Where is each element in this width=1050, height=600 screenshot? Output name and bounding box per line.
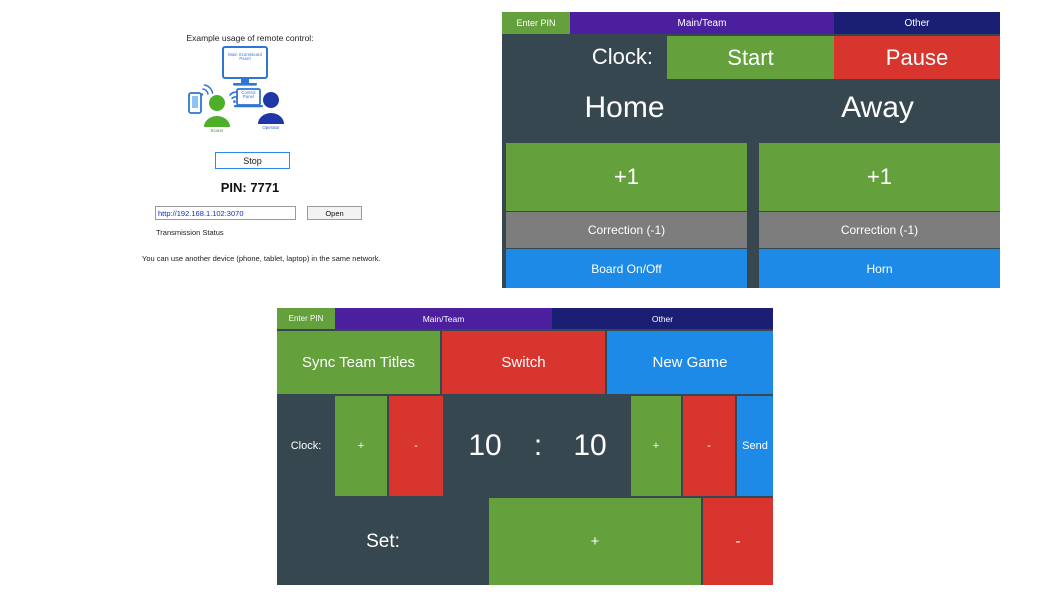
other-panel-tabbar: Enter PIN Main/Team Other — [277, 308, 773, 329]
remote-control-diagram: Main ScoreBoard Panel Control Panel Scor… — [175, 45, 325, 137]
set-label: Set: — [366, 530, 400, 552]
remote-other-panel: Enter PIN Main/Team Other Sync Team Titl… — [277, 308, 773, 585]
tab-main-team[interactable]: Main/Team — [570, 12, 834, 34]
tab-main-team[interactable]: Main/Team — [335, 308, 552, 329]
pin-display: PIN: 7771 — [220, 180, 280, 195]
board-on-off-button[interactable]: Board On/Off — [506, 249, 747, 288]
main-panel-tabbar: Enter PIN Main/Team Other — [502, 12, 1000, 34]
clock-minutes-minus-button[interactable]: - — [389, 396, 443, 496]
url-row: http://192.168.1.102:3070 Open — [155, 206, 365, 220]
clock-seconds-minus-button[interactable]: - — [683, 396, 735, 496]
stop-button[interactable]: Stop — [215, 152, 290, 169]
tab-enter-pin[interactable]: Enter PIN — [502, 12, 570, 34]
remote-main-team-panel: Enter PIN Main/Team Other Clock: Start P… — [502, 12, 1000, 288]
tab-enter-pin[interactable]: Enter PIN — [277, 308, 335, 329]
diagram-scorer-label: Scorer — [210, 128, 224, 133]
clock-send-button[interactable]: Send — [737, 396, 773, 496]
away-team-label: Away — [841, 90, 914, 124]
transmission-status-label: Transmission Status — [156, 228, 224, 237]
home-correction-button[interactable]: Correction (-1) — [506, 212, 747, 248]
open-button[interactable]: Open — [307, 206, 362, 220]
url-input[interactable]: http://192.168.1.102:3070 — [155, 206, 296, 220]
example-usage-caption: Example usage of remote control: — [186, 33, 314, 43]
clock-pause-button[interactable]: Pause — [834, 36, 1000, 79]
new-game-button[interactable]: New Game — [607, 331, 773, 394]
horn-button[interactable]: Horn — [759, 249, 1000, 288]
network-note: You can use another device (phone, table… — [142, 254, 381, 263]
sync-team-titles-button[interactable]: Sync Team Titles — [277, 331, 440, 394]
clock-label: Clock: — [591, 43, 653, 69]
clock-minutes-value: 10 — [468, 429, 502, 462]
home-team-label: Home — [584, 90, 665, 124]
clock-seconds-value: 10 — [573, 429, 607, 462]
clock-colon-separator: : — [533, 429, 543, 462]
diagram-main-scoreboard-panel-label: Main ScoreBoard Panel — [228, 52, 262, 62]
diagram-operator-label: Operator — [262, 125, 280, 130]
away-score-plus-button[interactable]: +1 — [759, 143, 1000, 211]
set-minus-button[interactable]: - — [703, 498, 773, 585]
diagram-control-panel-label: Control Panel — [241, 90, 256, 100]
home-score-plus-button[interactable]: +1 — [506, 143, 747, 211]
clock-minutes-plus-button[interactable]: + — [335, 396, 387, 496]
tab-other[interactable]: Other — [834, 12, 1000, 34]
switch-button[interactable]: Switch — [442, 331, 605, 394]
clock-start-button[interactable]: Start — [667, 36, 834, 79]
clock-seconds-plus-button[interactable]: + — [631, 396, 681, 496]
clock-label: Clock: — [290, 440, 322, 452]
tab-other[interactable]: Other — [552, 308, 773, 329]
away-correction-button[interactable]: Correction (-1) — [759, 212, 1000, 248]
example-usage-panel: Example usage of remote control: Main Sc… — [0, 0, 500, 300]
set-plus-button[interactable]: + — [489, 498, 701, 585]
